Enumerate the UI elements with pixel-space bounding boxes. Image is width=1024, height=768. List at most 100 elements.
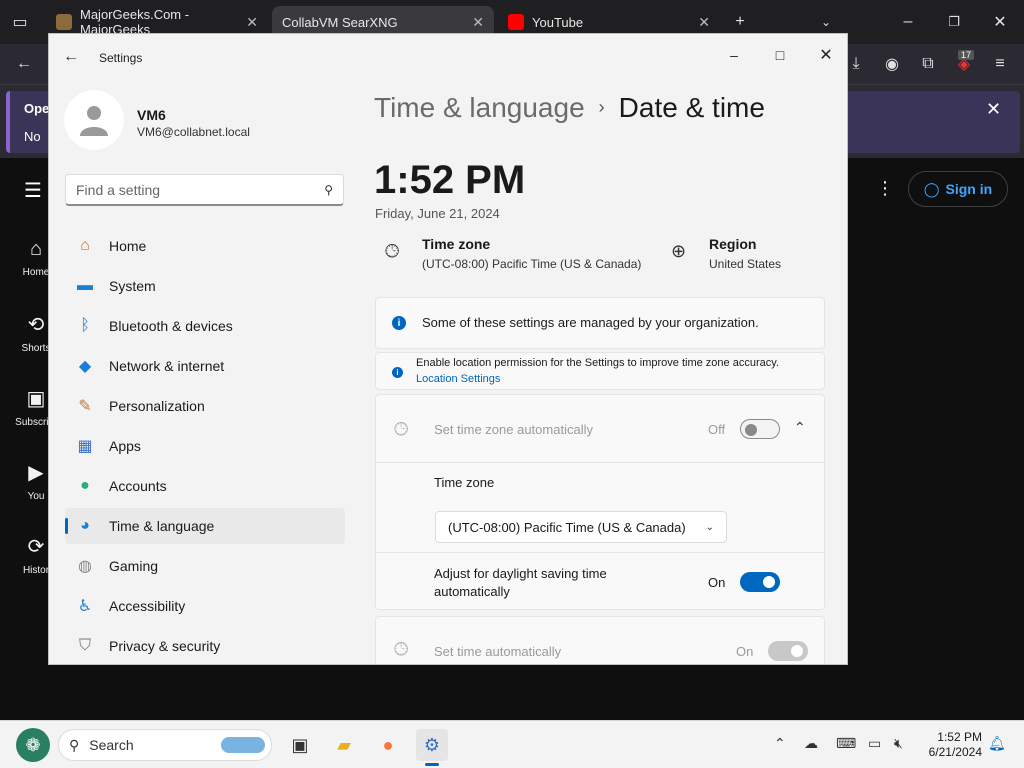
dst-label: Adjust for daylight saving time automatic… bbox=[434, 565, 607, 601]
nav-item-gaming[interactable]: ◍ Gaming bbox=[65, 548, 345, 584]
restore-icon[interactable]: ❐ bbox=[940, 8, 968, 36]
globe-clock-icon: ◕ bbox=[80, 517, 90, 534]
taskbar-clock[interactable]: 1:52 PM 6/21/2024 bbox=[918, 730, 982, 760]
close-icon[interactable]: ✕ bbox=[698, 14, 710, 31]
home-icon: ⌂ bbox=[80, 237, 90, 254]
tab-title: YouTube bbox=[532, 14, 584, 30]
chevron-up-icon[interactable]: ⌃ bbox=[794, 419, 806, 436]
close-window-icon[interactable]: ✕ bbox=[986, 8, 1014, 36]
search-highlight-icon bbox=[221, 737, 265, 753]
toggle-knob bbox=[791, 645, 803, 657]
keyboard-icon[interactable]: ⌨ bbox=[836, 735, 856, 752]
nav-item-time-language[interactable]: ◕ Time & language bbox=[65, 508, 345, 544]
auto-timezone-state: Off bbox=[708, 422, 726, 437]
yt-nav-label: Home bbox=[22, 267, 50, 278]
extensions-icon[interactable]: ⧉ bbox=[914, 50, 942, 78]
avatar[interactable] bbox=[64, 90, 124, 150]
nav-item-accessibility[interactable]: ♿ Accessibility bbox=[65, 588, 345, 624]
close-button[interactable]: ✕ bbox=[803, 40, 847, 70]
auto-time-toggle[interactable] bbox=[768, 641, 808, 661]
close-notification-icon[interactable]: ✕ bbox=[986, 99, 1001, 120]
user-name: VM6 bbox=[137, 107, 166, 123]
accessibility-icon: ♿ bbox=[77, 598, 93, 615]
auto-timezone-label: Set time zone automatically bbox=[434, 422, 593, 437]
task-view-icon[interactable]: ▣ bbox=[284, 729, 316, 761]
account-icon[interactable]: ◉ bbox=[878, 50, 906, 78]
hamburger-menu-icon[interactable]: ☰ bbox=[24, 178, 42, 203]
tab-overview-icon[interactable]: ▭ bbox=[6, 8, 34, 36]
file-explorer-icon[interactable]: ▰ bbox=[328, 729, 360, 761]
back-arrow-icon[interactable]: ← bbox=[10, 50, 38, 78]
region-label: Region bbox=[709, 236, 757, 252]
cloud-off-icon[interactable]: ☁ bbox=[804, 735, 818, 752]
search-icon: ⚲ bbox=[324, 182, 333, 197]
firefox-icon[interactable]: ● bbox=[372, 729, 404, 761]
info-icon: i bbox=[392, 367, 403, 378]
location-notice-card: i Enable location permission for the Set… bbox=[375, 352, 825, 390]
network-icon[interactable]: ▭ bbox=[868, 735, 881, 752]
nav-label: Privacy & security bbox=[109, 638, 221, 654]
maximize-button[interactable]: □ bbox=[757, 40, 803, 70]
auto-time-row: 🕒︎ Set time automatically On bbox=[375, 616, 825, 664]
nav-item-network[interactable]: ◆ Network & internet bbox=[65, 348, 345, 384]
nav-label: Home bbox=[109, 238, 147, 254]
nav-label: Gaming bbox=[109, 558, 159, 574]
active-app-indicator bbox=[425, 763, 439, 766]
tz-dropdown-value: (UTC-08:00) Pacific Time (US & Canada) bbox=[448, 519, 686, 535]
start-icon[interactable]: ❁ bbox=[16, 728, 50, 762]
nav-label: Apps bbox=[109, 438, 141, 454]
settings-gear-icon[interactable]: ⚙ bbox=[416, 729, 448, 761]
time-zone-icon: 🕒︎ bbox=[385, 241, 400, 261]
nav-label: Time & language bbox=[109, 518, 215, 534]
nav-label: System bbox=[109, 278, 156, 294]
minimize-icon[interactable]: – bbox=[894, 8, 922, 36]
search-icon: ⚲ bbox=[69, 736, 80, 753]
tab-list-chevron-icon[interactable]: ⌄ bbox=[812, 8, 840, 36]
location-settings-link[interactable]: Location Settings bbox=[416, 373, 500, 385]
tab-title: CollabVM SearXNG bbox=[282, 14, 398, 30]
minimize-button[interactable]: – bbox=[711, 40, 757, 70]
nav-item-home[interactable]: ⌂ Home bbox=[65, 228, 345, 264]
nav-label: Accessibility bbox=[109, 598, 186, 614]
close-icon[interactable]: ✕ bbox=[246, 14, 258, 31]
current-time: 1:52 PM bbox=[374, 158, 526, 202]
tz-dropdown-label: Time zone bbox=[434, 475, 495, 490]
close-icon[interactable]: ✕ bbox=[472, 14, 484, 31]
location-notice-text: Enable location permission for the Setti… bbox=[416, 357, 779, 369]
dst-toggle[interactable] bbox=[740, 572, 780, 592]
brush-icon: ✎ bbox=[78, 398, 92, 415]
time-zone-dropdown[interactable]: (UTC-08:00) Pacific Time (US & Canada) ⌄ bbox=[435, 511, 727, 543]
sign-in-button[interactable]: ◯ Sign in bbox=[908, 171, 1008, 207]
gamepad-icon: ◍ bbox=[78, 558, 92, 575]
dst-label-line1: Adjust for daylight saving time bbox=[434, 566, 607, 581]
extension-badge: 17 bbox=[958, 50, 975, 60]
back-arrow-icon[interactable]: ← bbox=[63, 48, 79, 66]
breadcrumb-parent[interactable]: Time & language bbox=[374, 92, 585, 123]
nav-item-bluetooth[interactable]: ᛒ Bluetooth & devices bbox=[65, 308, 345, 344]
notification-bell-icon[interactable]: 🔔︎ bbox=[988, 735, 1006, 752]
globe-clock-icon: 🕒︎ bbox=[394, 419, 409, 439]
taskbar-search[interactable]: ⚲ Search bbox=[58, 729, 272, 761]
nav-item-system[interactable]: ▬ System bbox=[65, 268, 345, 304]
chevron-up-icon[interactable]: ⌃ bbox=[774, 735, 786, 752]
more-options-icon[interactable]: ⋮ bbox=[876, 178, 894, 199]
taskbar-time: 1:52 PM bbox=[937, 730, 982, 744]
notification-button[interactable]: No bbox=[24, 129, 41, 144]
settings-search-input[interactable]: Find a setting ⚲ bbox=[65, 174, 344, 206]
breadcrumb: Time & language › Date & time bbox=[374, 92, 765, 124]
nav-item-privacy[interactable]: ⛉ Privacy & security bbox=[65, 628, 345, 664]
nav-item-personalization[interactable]: ✎ Personalization bbox=[65, 388, 345, 424]
nav-item-accounts[interactable]: ● Accounts bbox=[65, 468, 345, 504]
sign-in-label: Sign in bbox=[945, 181, 993, 197]
settings-nav: ⌂ Home ▬ System ᛒ Bluetooth & devices ◆ Netw… bbox=[65, 228, 345, 664]
new-tab-icon[interactable]: + bbox=[726, 8, 754, 36]
auto-timezone-toggle[interactable] bbox=[740, 419, 780, 439]
menu-icon[interactable]: ≡ bbox=[986, 50, 1014, 78]
taskbar-date: 6/21/2024 bbox=[928, 745, 982, 759]
region-value: United States bbox=[709, 257, 782, 271]
time-zone-value: (UTC-08:00) Pacific Time (US & Canada) bbox=[422, 257, 642, 271]
nav-item-apps[interactable]: ▦ Apps bbox=[65, 428, 345, 464]
toggle-knob bbox=[745, 424, 757, 436]
volume-muted-icon[interactable]: 🔇︎ bbox=[894, 735, 903, 752]
current-date: Friday, June 21, 2024 bbox=[375, 206, 500, 221]
